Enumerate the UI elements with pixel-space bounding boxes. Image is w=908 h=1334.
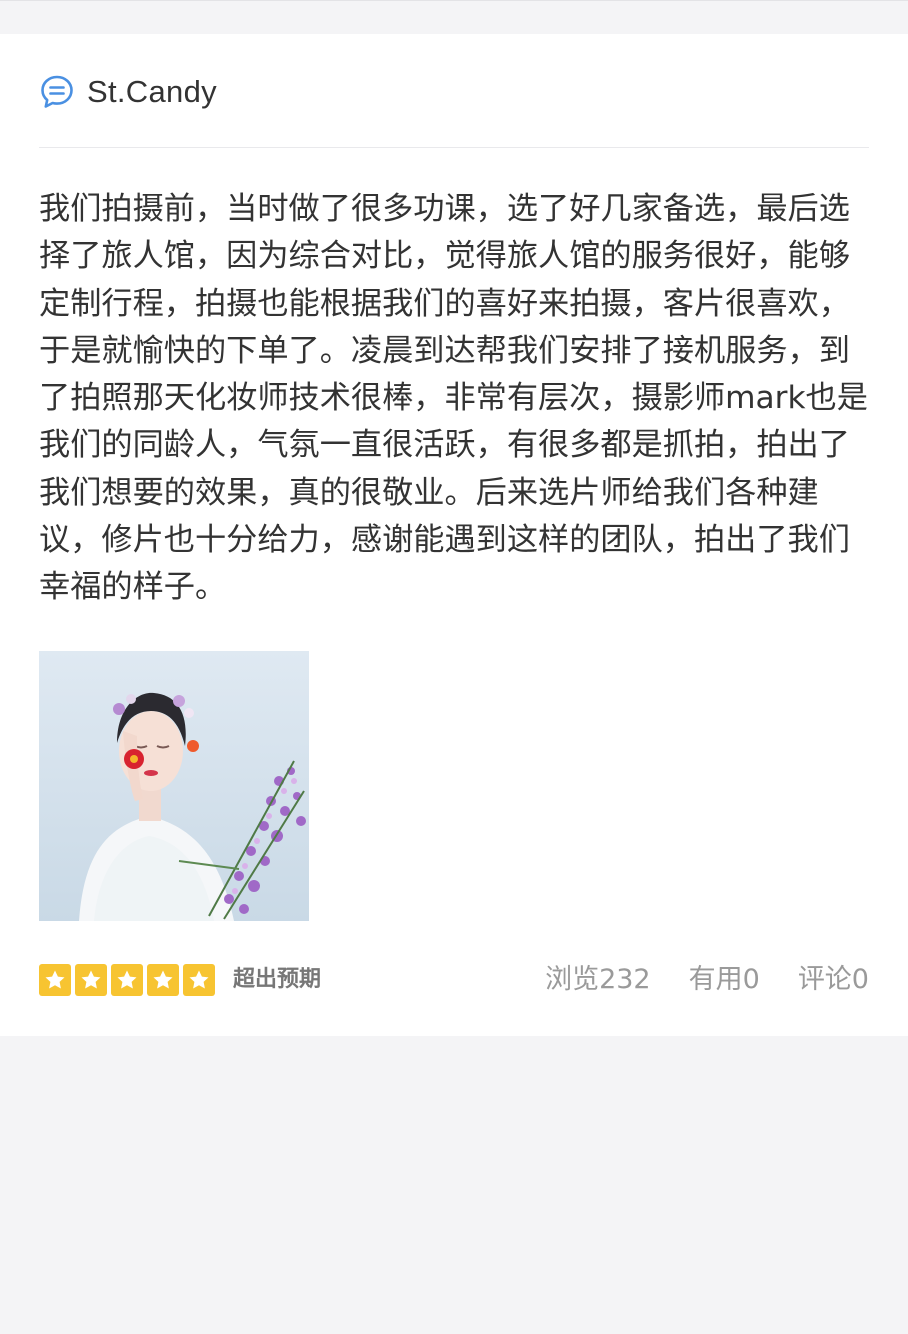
header-divider [39, 147, 869, 148]
star-rating [39, 964, 215, 996]
review-stats: 浏览232 有用0 评论0 [545, 960, 869, 1000]
chat-bubble-icon [39, 74, 75, 110]
comments-button[interactable]: 评论0 [798, 960, 869, 1000]
top-divider [0, 0, 908, 34]
star-icon [39, 964, 71, 996]
star-icon [111, 964, 143, 996]
star-icon [183, 964, 215, 996]
useful-button[interactable]: 有用0 [689, 960, 760, 1000]
rating-label: 超出预期 [233, 967, 322, 992]
views-count: 浏览232 [545, 964, 651, 995]
star-icon [147, 964, 179, 996]
review-text: 我们拍摄前，当时做了很多功课，选了好几家备选，最后选择了旅人馆，因为综合对比，觉… [39, 191, 868, 606]
review-photo[interactable] [39, 651, 309, 921]
review-card: St.Candy 我们拍摄前，当时做了很多功课，选了好几家备选，最后选择了旅人馆… [0, 34, 908, 1036]
username[interactable]: St.Candy [87, 74, 217, 110]
review-footer: 超出预期 浏览232 有用0 评论0 [39, 960, 869, 1000]
review-header: St.Candy [39, 70, 217, 114]
star-icon [75, 964, 107, 996]
